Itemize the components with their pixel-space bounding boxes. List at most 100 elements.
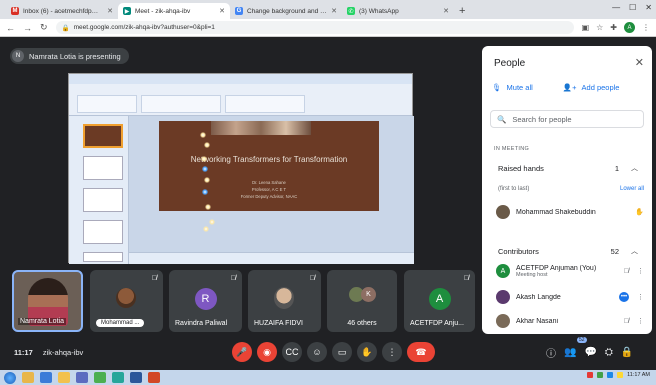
browser-tab[interactable]: ✆ (3) WhatsApp ✕ <box>342 3 454 19</box>
close-tab-icon[interactable]: ✕ <box>443 7 449 15</box>
mic-off-icon[interactable]: 🎙̸ <box>624 268 629 275</box>
mic-off-icon[interactable]: 🎙̸ <box>624 318 629 325</box>
meet-control-bar: 11:17 zik-ahqa-ibv 🎤 ◉ CC ☺ ▭ ✋ ⋮ ☎ ⓘ 👥 … <box>0 340 656 364</box>
end-call-button[interactable]: ☎ <box>407 342 435 362</box>
slide-thumbnail <box>83 220 123 244</box>
close-tab-icon[interactable]: ✕ <box>331 7 337 15</box>
tab-title: Inbox (6) - acetmechfdp@gmail... <box>23 7 103 15</box>
people-panel: People ✕ 🎙 Mute all 👤+ Add people 🔍 Search… <box>482 46 652 334</box>
close-panel-icon[interactable]: ✕ <box>635 56 644 69</box>
pdf-icon[interactable] <box>148 372 160 383</box>
side-controls: ⓘ 👥 💬 ⛭ 🔒 <box>546 345 633 360</box>
back-icon[interactable]: ← <box>6 23 15 33</box>
tray-icon[interactable] <box>617 372 624 378</box>
emoji-button[interactable]: ☺ <box>307 342 327 362</box>
participant-tile[interactable]: 🎙̸ R Ravindra Paliwal <box>169 270 242 332</box>
activities-icon[interactable]: ⛭ <box>605 347 613 358</box>
captions-button[interactable]: CC <box>282 342 302 362</box>
more-options-button[interactable]: ⋮ <box>382 342 402 362</box>
media-icon[interactable] <box>76 372 88 383</box>
explorer-icon[interactable] <box>22 372 34 383</box>
list-item[interactable]: Akash Langde ••• ⋮ <box>496 288 644 306</box>
chevron-up-icon[interactable]: ︿ <box>631 163 638 173</box>
more-icon[interactable]: ⋮ <box>637 317 644 325</box>
tray-icon[interactable] <box>587 372 594 378</box>
camera-icon[interactable]: ▣ <box>582 23 590 32</box>
browser-tab[interactable]: ▶ Meet - zik-ahqa-ibv ✕ <box>118 3 230 19</box>
browser-tab[interactable]: G Change background and apply vis...✕ <box>230 3 342 19</box>
raised-hands-header[interactable]: Raised hands 1 ︿ <box>498 163 638 173</box>
reload-icon[interactable]: ↻ <box>40 22 48 33</box>
browser-tab[interactable]: M Inbox (6) - acetmechfdp@gmail... ✕ <box>6 3 118 19</box>
mic-off-icon: 🎙 <box>492 83 502 92</box>
participant-tile[interactable]: 🎙̸ HUZAIFA FIDVI <box>248 270 321 332</box>
maximize-icon[interactable]: ☐ <box>629 3 636 12</box>
contributors-header[interactable]: Contributors 52 ︿ <box>498 246 638 256</box>
presenter-text: Namrata Lotia is presenting <box>29 51 121 61</box>
tray-icon[interactable] <box>607 372 614 378</box>
add-people-button[interactable]: 👤+ Add people <box>563 83 620 92</box>
people-icon[interactable]: 👥 <box>564 347 576 358</box>
shared-screen: Networking Transformers for Transformati… <box>68 73 414 264</box>
forward-icon[interactable]: → <box>23 23 32 33</box>
participant-photo <box>274 287 294 309</box>
search-placeholder: Search for people <box>512 114 572 124</box>
raised-order-label: (first to last) <box>498 186 530 192</box>
list-item[interactable]: Akhar Nasani 🎙̸ ⋮ <box>496 312 644 330</box>
participant-tile[interactable]: 🎙̸ A ACETFDP Anju... <box>404 270 475 332</box>
menu-icon[interactable]: ⋮ <box>642 23 650 32</box>
hand-icon[interactable]: ✋ <box>635 208 644 216</box>
list-item[interactable]: A ACETFDP Anjuman (You) Meeting host 🎙̸ ⋮ <box>496 262 644 280</box>
slide-thumbnail <box>83 252 123 262</box>
close-window-icon[interactable]: ✕ <box>645 3 652 12</box>
mic-toggle-button[interactable]: 🎤 <box>232 342 252 362</box>
row-icons: 🎙̸ ⋮ <box>624 267 644 276</box>
camera-toggle-button[interactable]: ◉ <box>257 342 277 362</box>
url-field[interactable]: 🔒 meet.google.com/zik-ahqa-ibv?authuser=… <box>55 21 574 34</box>
host-controls-icon[interactable]: 🔒 <box>621 347 633 358</box>
more-icon[interactable]: ⋮ <box>637 293 644 301</box>
chevron-up-icon[interactable]: ︿ <box>631 246 638 256</box>
mic-off-icon: 🎙̸ <box>463 275 469 282</box>
section-label: IN MEETING <box>494 146 530 152</box>
ribbon-group <box>141 95 221 113</box>
puzzle-icon[interactable]: ✚ <box>610 23 617 32</box>
folder-icon[interactable] <box>58 372 70 383</box>
close-tab-icon[interactable]: ✕ <box>219 7 225 15</box>
tray-clock[interactable]: 11:17 AM <box>627 372 650 378</box>
person-name: Mohammad Shakebuddin <box>516 208 596 216</box>
people-search[interactable]: 🔍 Search for people <box>490 110 644 128</box>
close-tab-icon[interactable]: ✕ <box>107 7 113 15</box>
new-tab-button[interactable]: + <box>454 5 470 19</box>
participant-tile[interactable]: 🎙̸ Mohammad ... <box>90 270 163 332</box>
more-icon[interactable]: ⋮ <box>637 267 644 275</box>
participant-tile[interactable]: Namrata Lotia <box>12 270 83 332</box>
system-tray: 11:17 AM <box>587 372 650 378</box>
lower-all-link[interactable]: Lower all <box>620 186 644 192</box>
app-icon[interactable] <box>112 372 124 383</box>
raise-hand-button[interactable]: ✋ <box>357 342 377 362</box>
tab-favicon-icon: ▶ <box>123 7 131 15</box>
avatar <box>496 314 510 328</box>
ribbon-group <box>77 95 137 113</box>
mute-all-button[interactable]: 🎙 Mute all <box>492 83 533 92</box>
word-icon[interactable] <box>130 372 142 383</box>
star-icon[interactable]: ☆ <box>596 23 603 32</box>
sparkle-dot <box>203 226 209 232</box>
meeting-time: 11:17 <box>14 347 33 357</box>
tray-icon[interactable] <box>597 372 604 378</box>
profile-avatar[interactable]: A <box>624 22 635 33</box>
info-icon[interactable]: ⓘ <box>546 345 556 360</box>
ie-icon[interactable] <box>40 372 52 383</box>
minimize-icon[interactable]: — <box>612 3 620 12</box>
participant-avatar: A <box>428 288 451 310</box>
slide-thumbnail <box>83 188 123 212</box>
slide-thumbnails <box>69 116 129 264</box>
list-item[interactable]: Mohammad Shakebuddin ✋ <box>496 203 644 221</box>
chrome-icon[interactable] <box>94 372 106 383</box>
start-button[interactable] <box>4 371 16 384</box>
chat-icon[interactable]: 💬 <box>584 347 596 358</box>
others-tile[interactable]: K 46 others <box>327 270 397 332</box>
present-button[interactable]: ▭ <box>332 342 352 362</box>
participant-name: Mohammad ... <box>96 319 145 327</box>
